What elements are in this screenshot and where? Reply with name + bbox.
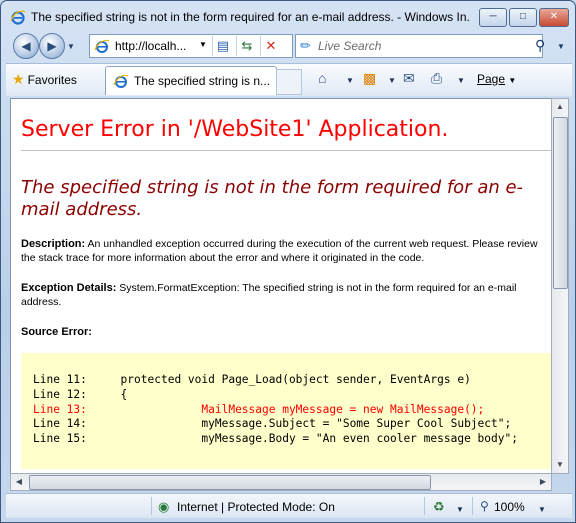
source-section: Source Error: [21,325,551,339]
zoom-dropdown-icon[interactable]: ▼ [538,505,546,514]
stop-button[interactable]: ✕ [260,36,281,56]
status-divider [424,497,425,515]
tab-page-icon [113,74,129,88]
title-bar: The specified string is not in the form … [1,1,575,31]
horizontal-scrollbar[interactable]: ◀ ▶ [10,473,552,491]
source-code-box: Line 11: protected void Page_Load(object… [21,353,551,469]
page-icon [94,39,110,53]
favorites-label: Favorites [27,73,77,87]
code-line: Line 12: { [33,387,128,401]
status-bar: ◉ Internet | Protected Mode: On ♻ ▼ ⚲ 10… [6,493,572,518]
search-box[interactable]: ✏ Live Search [295,34,543,58]
globe-icon: ◉ [158,499,170,514]
code-line-highlighted: Line 13: MailMessage myMessage = new Mai… [33,402,485,416]
close-button[interactable]: ✕ [539,8,569,27]
vertical-scroll-thumb[interactable] [553,117,568,289]
protected-mode-dropdown-icon[interactable]: ▼ [456,505,464,514]
description-section: Description: An unhandled exception occu… [21,237,551,265]
description-label: Description: [21,238,86,250]
ie-logo-icon [10,10,26,25]
refresh-button[interactable]: ⇆ [236,36,257,56]
code-line: Line 15: myMessage.Body = "An even coole… [33,432,518,446]
favorites-button[interactable]: ★ Favorites [12,71,77,88]
status-divider [472,497,473,515]
vertical-scrollbar[interactable]: ▲ ▼ [551,98,569,474]
browser-window: The specified string is not in the form … [0,0,576,523]
exception-label: Exception Details: [21,282,117,294]
protected-mode-icon[interactable]: ♻ [433,499,445,515]
star-icon: ★ [12,71,25,87]
horizontal-scroll-thumb[interactable] [29,475,431,490]
page-dropdown-icon: ▼ [508,76,517,85]
security-zone[interactable]: Internet | Protected Mode: On [177,500,335,514]
arrow-left-icon: ◀ [21,39,31,53]
scroll-left-icon[interactable]: ◀ [11,474,27,490]
print-icon[interactable]: ⎙ [431,70,442,87]
page-menu-button[interactable]: Page ▼ [477,72,516,86]
address-input[interactable]: http://localh... [115,39,186,53]
address-bar[interactable]: http://localh... ▼ ▤ ⇆ ✕ [89,34,293,58]
search-input[interactable]: Live Search [318,39,381,53]
search-icon[interactable]: ⚲ [535,37,545,54]
tab-current[interactable]: The specified string is n... [105,66,277,95]
tab-title: The specified string is n... [134,74,271,88]
scroll-down-icon[interactable]: ▼ [552,457,568,473]
error-heading: Server Error in '/WebSite1' Application. [21,117,551,151]
error-message: The specified string is not in the form … [21,177,524,220]
history-dropdown-icon[interactable]: ▼ [67,42,75,51]
page-content: Server Error in '/WebSite1' Application.… [21,99,551,469]
page-viewport: Server Error in '/WebSite1' Application.… [10,98,552,474]
zoom-level[interactable]: 100% [494,500,525,514]
source-code: Line 11: protected void Page_Load(object… [33,373,518,447]
new-tab-button[interactable] [276,69,302,95]
source-label: Source Error: [21,326,92,338]
search-options-dropdown-icon[interactable]: ▼ [557,42,565,51]
home-icon[interactable]: ⌂ [318,70,326,86]
feeds-icon[interactable]: ▩ [363,70,376,87]
back-button[interactable]: ◀ [13,33,39,59]
arrow-right-icon: ▶ [47,39,57,53]
compatibility-view-button[interactable]: ▤ [212,36,233,56]
page-menu-label: Page [477,72,506,86]
home-dropdown-icon[interactable]: ▼ [346,76,354,85]
chevron-down-icon[interactable]: ▼ [199,40,207,49]
status-divider [151,497,152,515]
forward-button[interactable]: ▶ [39,33,65,59]
minimize-button[interactable]: ─ [479,8,507,27]
feeds-dropdown-icon[interactable]: ▼ [388,76,396,85]
scroll-right-icon[interactable]: ▶ [535,474,551,490]
zoom-icon[interactable]: ⚲ [480,499,489,513]
window-title: The specified string is not in the form … [31,10,471,24]
print-dropdown-icon[interactable]: ▼ [457,76,465,85]
description-text: An unhandled exception occurred during t… [21,238,538,264]
exception-section: Exception Details: System.FormatExceptio… [21,281,551,309]
maximize-button[interactable]: □ [509,8,537,27]
command-bar: ★ Favorites The specified string is n... … [6,63,572,96]
live-search-icon: ✏ [300,38,311,53]
scroll-up-icon[interactable]: ▲ [552,99,568,115]
code-line: Line 14: myMessage.Subject = "Some Super… [33,417,512,431]
code-line: Line 11: protected void Page_Load(object… [33,373,471,386]
mail-icon[interactable]: ✉ [403,70,415,87]
